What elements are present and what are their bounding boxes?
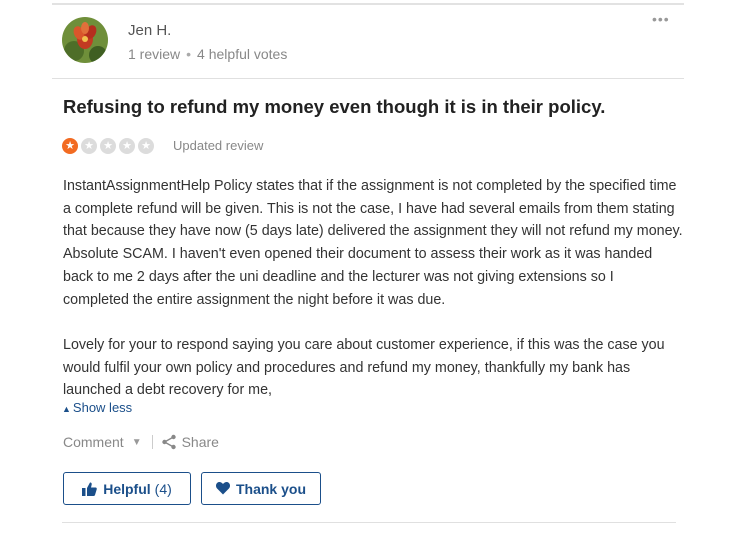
- thank-you-label: Thank you: [235, 480, 306, 497]
- show-less-label: Show less: [72, 400, 133, 415]
- star-rating: ★ ★ ★ ★ ★: [62, 138, 154, 154]
- thank-you-button[interactable]: Thank you: [201, 472, 321, 505]
- star-empty-icon: ★: [119, 138, 135, 154]
- caret-up-icon: ▲: [62, 404, 71, 414]
- divider: [62, 522, 676, 523]
- review-card: Jen H. 1 review • 4 helpful votes ••• Refu…: [52, 3, 684, 535]
- avatar[interactable]: [62, 17, 108, 63]
- review-status: Updated review: [173, 138, 264, 153]
- review-count: 1 review: [128, 46, 181, 62]
- reviewer-name[interactable]: Jen H.: [128, 22, 171, 39]
- reviewer-stats: 1 review • 4 helpful votes: [128, 46, 287, 62]
- review-actions: Comment ▼ Share: [63, 434, 219, 450]
- star-empty-icon: ★: [81, 138, 97, 154]
- more-dots-icon[interactable]: •••: [652, 11, 670, 27]
- star-empty-icon: ★: [138, 138, 154, 154]
- star-empty-icon: ★: [100, 138, 116, 154]
- show-less-link[interactable]: ▲ Show less: [62, 400, 132, 415]
- stats-separator: •: [186, 46, 192, 62]
- share-icon[interactable]: [161, 434, 177, 450]
- comment-button[interactable]: Comment: [63, 434, 124, 450]
- star-filled-icon: ★: [62, 138, 78, 154]
- divider: [52, 78, 684, 79]
- heart-icon: [215, 482, 230, 495]
- review-body: InstantAssignmentHelp Policy states that…: [63, 175, 683, 425]
- share-button[interactable]: Share: [182, 434, 219, 450]
- helpful-count: (4): [154, 480, 172, 497]
- chevron-down-icon[interactable]: ▼: [132, 437, 142, 448]
- review-paragraph: Lovely for your to respond saying you ca…: [63, 336, 665, 399]
- review-title: Refusing to refund my money even though …: [63, 96, 606, 117]
- helpful-votes: 4 helpful votes: [197, 46, 288, 62]
- action-separator: [151, 435, 153, 449]
- helpful-label: Helpful: [103, 480, 151, 497]
- thumbs-up-icon: [82, 482, 97, 496]
- helpful-button[interactable]: Helpful (4): [63, 472, 191, 505]
- review-paragraph: InstantAssignmentHelp Policy states that…: [63, 178, 683, 308]
